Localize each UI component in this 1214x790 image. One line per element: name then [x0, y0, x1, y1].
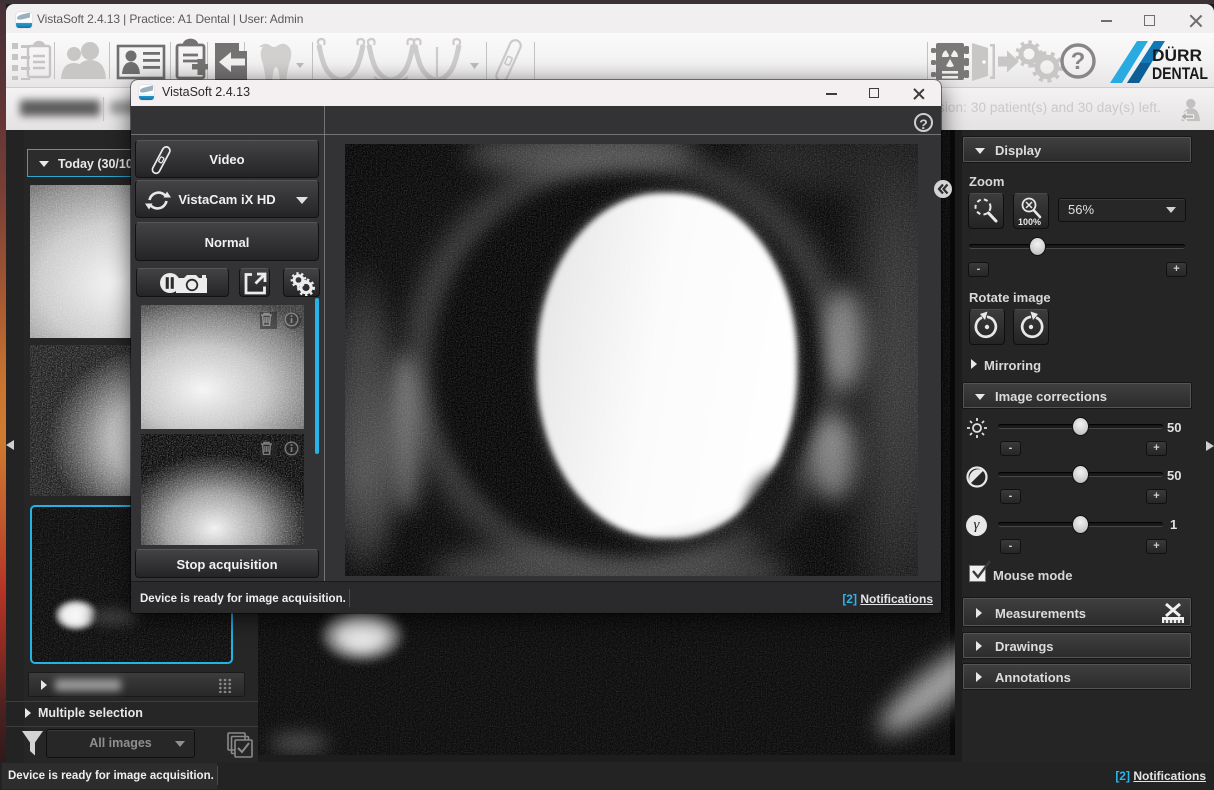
- svg-text:?: ?: [1071, 48, 1086, 75]
- svg-text:100%: 100%: [1018, 217, 1041, 227]
- svg-text:DENTAL: DENTAL: [1152, 64, 1208, 83]
- svg-text:DÜRR: DÜRR: [1152, 46, 1202, 65]
